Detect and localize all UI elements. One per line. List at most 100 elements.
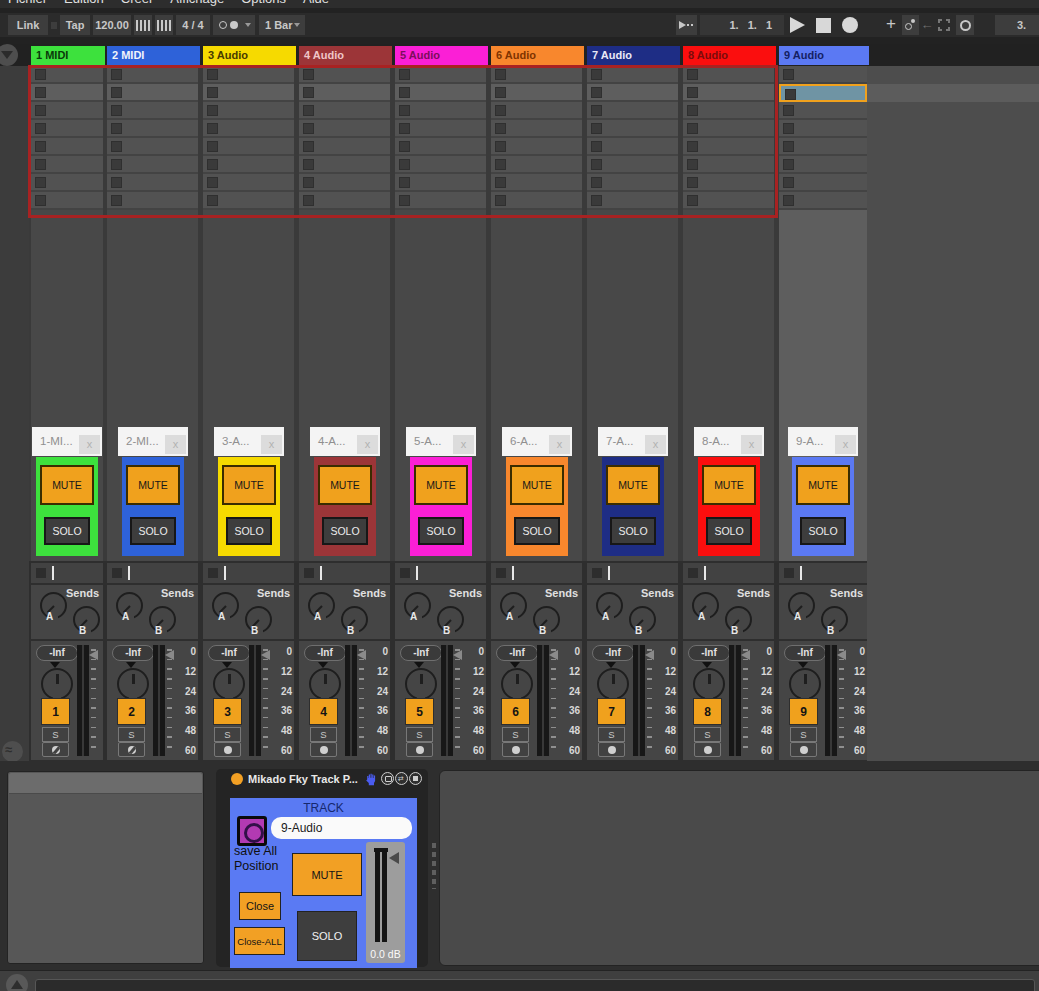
nudge-up-button[interactable] xyxy=(155,15,173,35)
info-view-icon[interactable] xyxy=(6,974,28,991)
track-header-2[interactable]: 2 MIDI xyxy=(107,46,200,65)
track-header-9[interactable]: 9 Audio xyxy=(779,46,869,65)
arm-button[interactable] xyxy=(598,742,625,757)
tempo-field[interactable]: 120.00 xyxy=(93,15,131,35)
time-signature-field[interactable]: 4 / 4 xyxy=(176,15,210,35)
clip-slot[interactable] xyxy=(779,156,867,174)
window-icon[interactable] xyxy=(381,772,394,785)
clip-stop-cell[interactable] xyxy=(31,563,103,583)
close-track-button[interactable]: x xyxy=(79,435,100,454)
track-activator-button[interactable]: 5 xyxy=(405,698,434,725)
volume-meter[interactable] xyxy=(153,645,165,756)
send-b-knob[interactable] xyxy=(245,606,272,633)
solo-cue-button[interactable]: S xyxy=(598,727,625,742)
arm-button[interactable] xyxy=(42,742,69,757)
menu-item-créer[interactable]: Créer xyxy=(121,0,154,6)
mute-button[interactable]: MUTE xyxy=(40,465,94,505)
punch-field[interactable]: 3. xyxy=(995,15,1039,35)
clip-stop-cell[interactable] xyxy=(587,563,678,583)
close-track-button[interactable]: x xyxy=(261,435,282,454)
solo-button[interactable]: SOLO xyxy=(514,517,560,545)
record-button[interactable] xyxy=(842,17,858,33)
clip-stop-cell[interactable] xyxy=(299,563,390,583)
track-activator-button[interactable]: 4 xyxy=(309,698,338,725)
follow-button[interactable] xyxy=(676,15,697,35)
menu-item-édition[interactable]: Édition xyxy=(64,0,104,6)
track-name-box[interactable]: 2-MI...x xyxy=(118,427,188,456)
solo-cue-button[interactable]: S xyxy=(310,727,337,742)
send-a-knob[interactable] xyxy=(788,592,815,619)
wave-icon[interactable]: ≈ xyxy=(2,741,23,762)
volume-meter[interactable] xyxy=(345,645,357,756)
nudge-down-button[interactable] xyxy=(134,15,152,35)
send-b-knob[interactable] xyxy=(437,606,464,633)
volume-meter[interactable] xyxy=(825,645,837,756)
track-name-box[interactable]: 4-A...x xyxy=(310,427,380,456)
volume-meter[interactable] xyxy=(729,645,741,756)
level-display[interactable]: -Inf xyxy=(784,645,826,661)
solo-button[interactable]: SOLO xyxy=(130,517,176,545)
track-header-4[interactable]: 4 Audio xyxy=(299,46,392,65)
device-drop-handle-right[interactable] xyxy=(432,843,436,889)
send-a-knob[interactable] xyxy=(500,592,527,619)
close-track-button[interactable]: x xyxy=(835,435,856,454)
mute-button[interactable]: MUTE xyxy=(702,465,756,505)
track-activator-button[interactable]: 3 xyxy=(213,698,242,725)
session-record-button[interactable] xyxy=(956,15,974,35)
close-track-button[interactable]: x xyxy=(549,435,570,454)
solo-cue-button[interactable]: S xyxy=(694,727,721,742)
level-display[interactable]: -Inf xyxy=(36,645,78,661)
pan-knob[interactable] xyxy=(309,668,341,700)
track-header-3[interactable]: 3 Audio xyxy=(203,46,296,65)
pan-knob[interactable] xyxy=(41,668,73,700)
status-input[interactable] xyxy=(35,979,1035,991)
clip-stop-cell[interactable] xyxy=(683,563,774,583)
track-activator-button[interactable]: 7 xyxy=(597,698,626,725)
mute-button[interactable]: MUTE xyxy=(510,465,564,505)
menu-item-options[interactable]: Options xyxy=(241,0,286,6)
solo-button[interactable]: SOLO xyxy=(610,517,656,545)
stop-button[interactable] xyxy=(816,18,831,33)
solo-cue-button[interactable]: S xyxy=(118,727,145,742)
track-name-box[interactable]: 1-MI...x xyxy=(32,427,102,456)
arm-button[interactable] xyxy=(502,742,529,757)
track-name-box[interactable]: 8-A...x xyxy=(694,427,764,456)
pan-knob[interactable] xyxy=(501,668,533,700)
solo-button[interactable]: SOLO xyxy=(800,517,846,545)
track-name-box[interactable]: 5-A...x xyxy=(406,427,476,456)
quantization-selector[interactable]: 1 Bar xyxy=(259,15,305,35)
send-b-knob[interactable] xyxy=(533,606,560,633)
capture-button[interactable] xyxy=(938,19,950,31)
track-activator-button[interactable]: 2 xyxy=(117,698,146,725)
session-overview-icon[interactable] xyxy=(0,44,18,66)
solo-button[interactable]: SOLO xyxy=(44,517,90,545)
solo-cue-button[interactable]: S xyxy=(790,727,817,742)
track-header-6[interactable]: 6 Audio xyxy=(491,46,584,65)
arm-button[interactable] xyxy=(310,742,337,757)
device-drop-area[interactable] xyxy=(439,770,1039,966)
clip-stop-cell[interactable] xyxy=(491,563,582,583)
close-track-button[interactable]: x xyxy=(165,435,186,454)
send-a-knob[interactable] xyxy=(692,592,719,619)
clip-stop-cell[interactable] xyxy=(203,563,294,583)
clip-stop-cell[interactable] xyxy=(779,563,867,583)
pan-knob[interactable] xyxy=(405,668,437,700)
hotswap-icon[interactable]: ⇄ xyxy=(395,772,408,785)
level-display[interactable]: -Inf xyxy=(400,645,442,661)
send-a-knob[interactable] xyxy=(116,592,143,619)
pan-knob[interactable] xyxy=(597,668,629,700)
arm-button[interactable] xyxy=(790,742,817,757)
track-name-field[interactable]: 9-Audio xyxy=(271,817,412,839)
volume-meter[interactable] xyxy=(537,645,549,756)
arm-button[interactable] xyxy=(406,742,433,757)
mute-button[interactable]: MUTE xyxy=(796,465,850,505)
pan-knob[interactable] xyxy=(693,668,725,700)
track-header-5[interactable]: 5 Audio xyxy=(395,46,488,65)
level-display[interactable]: -Inf xyxy=(112,645,154,661)
send-b-knob[interactable] xyxy=(725,606,752,633)
track-activator-button[interactable]: 1 xyxy=(41,698,70,725)
track-activator-button[interactable]: 6 xyxy=(501,698,530,725)
solo-button[interactable]: SOLO xyxy=(418,517,464,545)
volume-meter[interactable] xyxy=(249,645,261,756)
close-track-button[interactable]: x xyxy=(357,435,378,454)
